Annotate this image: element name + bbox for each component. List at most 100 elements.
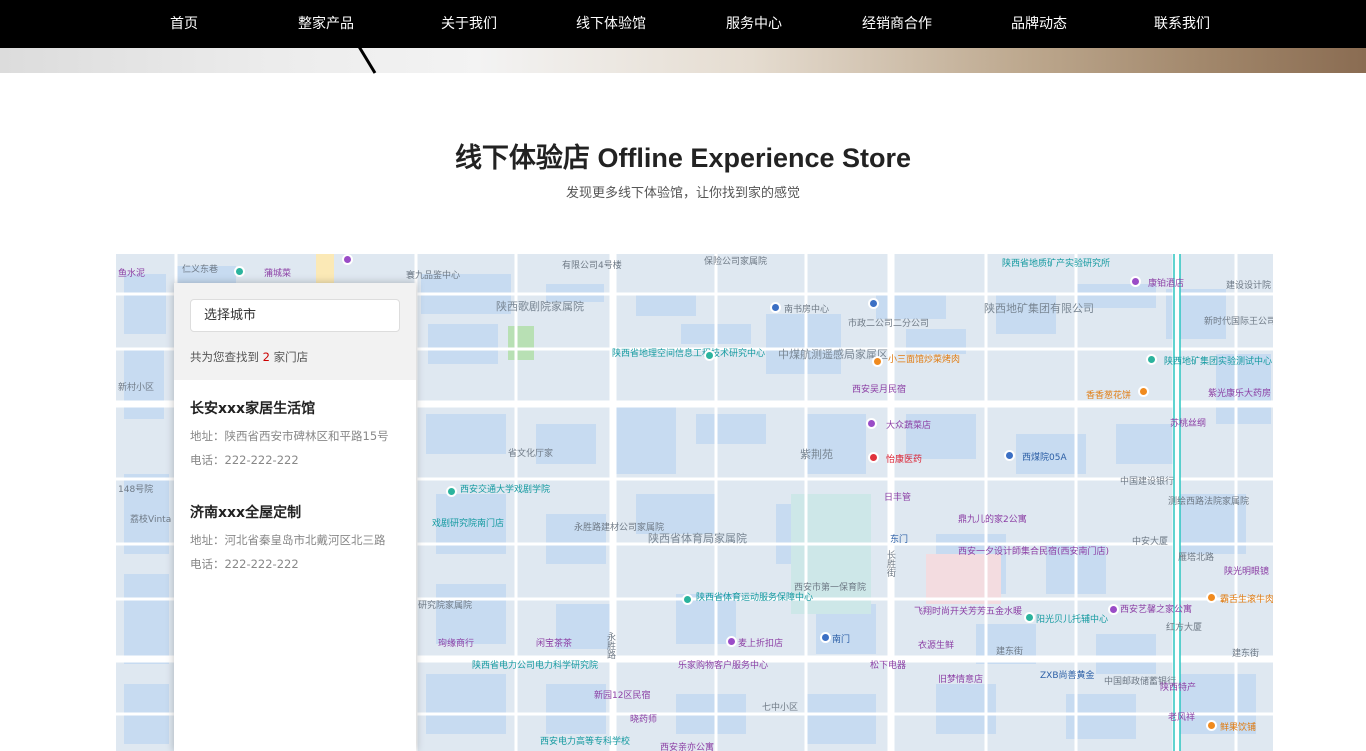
store-address: 地址：河北省秦皇岛市北戴河区北三路: [190, 533, 386, 547]
nav-item-home[interactable]: 首页: [170, 0, 198, 48]
map-marker[interactable]: [1108, 604, 1119, 615]
map-label: 小三面馆炒菜烤肉: [888, 355, 961, 365]
map-marker[interactable]: [1206, 720, 1217, 731]
map-label: 陕西特产: [1160, 683, 1197, 693]
map-label: 西安艺馨之家公寓: [1120, 605, 1193, 615]
nav-item-offline-store[interactable]: 线下体验馆: [576, 0, 646, 48]
nav-item-contact[interactable]: 联系我们: [1154, 0, 1210, 48]
map-label: 紫光康乐大药房: [1208, 389, 1272, 399]
map-label: 麦上折扣店: [738, 639, 784, 649]
store-phone: 电话：222-222-222: [190, 557, 299, 571]
store-phone: 电话：222-222-222: [190, 453, 299, 467]
map-marker[interactable]: [1146, 354, 1157, 365]
map-label: 建东街: [1232, 649, 1260, 659]
map-label: 七中小区: [762, 703, 799, 713]
map-label: 阳光贝儿托辅中心: [1036, 615, 1109, 625]
map-marker[interactable]: [866, 418, 877, 429]
map-label: 鱼水泥: [118, 269, 146, 279]
store-count-prefix: 共为您查找到: [190, 350, 259, 364]
nav-item-service[interactable]: 服务中心: [726, 0, 782, 48]
map-marker[interactable]: [1024, 612, 1035, 623]
store-search-area: 选择城市 共为您查找到 2 家门店: [174, 283, 416, 380]
map-label: 南门: [832, 635, 851, 645]
map-label: 西煤院05A: [1022, 453, 1067, 463]
map-label: 新村小区: [118, 383, 155, 393]
map-label: 市政二公司二分公司: [848, 319, 930, 329]
store-name: 长安xxx家居生活馆: [190, 401, 316, 417]
map-label: 陕西省地理空间信息工程技术研究中心: [612, 349, 766, 359]
map-label: 怡康医药: [886, 455, 923, 465]
map-marker[interactable]: [1138, 386, 1149, 397]
map-label: 测绘西路法院家属院: [1168, 497, 1250, 507]
map-label: 陕西省电力公司电力科学研究院: [472, 661, 599, 671]
map-label: 长胜街: [885, 550, 895, 577]
store-list-panel: 选择城市 共为您查找到 2 家门店 长安xxx家居生活馆 地址：陕西省西安市碑林…: [174, 283, 416, 751]
map-label: 蒲城菜: [264, 269, 292, 279]
nav-item-about[interactable]: 关于我们: [441, 0, 497, 48]
store-item[interactable]: 济南xxx全屋定制 地址：河北省秦皇岛市北戴河区北三路 电话：222-222-2…: [190, 502, 414, 572]
map-marker[interactable]: [704, 350, 715, 361]
map-label: 陕西省地质矿产实验研究所: [1002, 259, 1111, 269]
map-label: 闲宝茶茶: [536, 639, 573, 649]
map-label: 148号院: [118, 485, 154, 495]
map-label: 东门: [890, 535, 909, 545]
city-select[interactable]: 选择城市: [190, 299, 400, 332]
map-marker[interactable]: [342, 254, 353, 265]
map-label: 陕西地矿集团有限公司: [984, 302, 1094, 315]
map-label: 乐家购物客户服务中心: [678, 661, 769, 671]
map-label: 香香葱花饼: [1086, 391, 1132, 401]
map-label: 永胜路: [605, 632, 615, 659]
map-marker[interactable]: [1206, 592, 1217, 603]
map-marker[interactable]: [872, 356, 883, 367]
store-name: 济南xxx全屋定制: [190, 505, 302, 521]
map-label: 戏剧研究院南门店: [432, 519, 505, 529]
section-subtitle: 发现更多线下体验馆，让你找到家的感觉: [565, 186, 800, 201]
map-label: 保险公司家属院: [704, 257, 768, 267]
map-label: 省文化厅家: [508, 449, 554, 459]
map-label: 霸舌生滚牛肉米粉: [1220, 595, 1273, 605]
nav-item-products[interactable]: 整家产品: [298, 0, 354, 48]
map-label: 新时代国际王公司住宅小区: [1204, 317, 1273, 327]
map-label: 西安电力高等专科学校: [540, 737, 631, 747]
map-label: 研究院家属院: [418, 601, 473, 611]
nav-item-dealer[interactable]: 经销商合作: [862, 0, 932, 48]
map-marker[interactable]: [770, 302, 781, 313]
map-marker[interactable]: [1004, 450, 1015, 461]
store-count-number: 2: [262, 350, 270, 364]
map-label: 日丰管: [884, 493, 912, 503]
map-label: ZXB尚善黄金: [1040, 671, 1095, 681]
map-label: 苏桃丝纲: [1170, 419, 1207, 429]
map-label: 陕西地矿集团实验测试中心: [1164, 357, 1273, 367]
map-marker[interactable]: [234, 266, 245, 277]
map-label: 陕光明眼镜: [1224, 567, 1270, 577]
map-label: 陕西歌剧院家属院: [496, 300, 584, 313]
map-label: 康铂酒店: [1148, 279, 1185, 289]
store-item[interactable]: 长安xxx家居生活馆 地址：陕西省西安市碑林区和平路15号 电话：222-222…: [190, 398, 414, 468]
map-label: 晓药师: [630, 715, 658, 725]
store-address: 地址：陕西省西安市碑林区和平路15号: [190, 429, 389, 443]
map-label: 荔枝Vinta: [130, 515, 172, 525]
map-label: 西安一夕设计師集合民宿(西安南门店): [958, 547, 1110, 557]
map-marker[interactable]: [682, 594, 693, 605]
map-label: 西安交通大学戏剧学院: [460, 485, 551, 495]
map-label: 西安亲亦公寓: [660, 743, 715, 751]
store-count-suffix: 家门店: [273, 350, 309, 364]
map-marker[interactable]: [820, 632, 831, 643]
map-marker[interactable]: [446, 486, 457, 497]
map-marker[interactable]: [1130, 276, 1141, 287]
map-label: 红方大厦: [1166, 623, 1203, 633]
map-marker[interactable]: [868, 452, 879, 463]
map-label: 仁义东巷: [182, 265, 219, 275]
map-label: 大众蔬菜店: [886, 421, 932, 431]
map-label: 南书房中心: [784, 305, 830, 315]
map-label: 衣源生鲜: [918, 641, 955, 651]
map-marker[interactable]: [726, 636, 737, 647]
map-label: 新园12区民宿: [594, 691, 651, 701]
map-marker[interactable]: [868, 298, 879, 309]
map-label: 寰九品鉴中心: [406, 271, 461, 281]
map-label: 珣缘商行: [438, 639, 475, 649]
nav-item-news[interactable]: 品牌动态: [1011, 0, 1067, 48]
map-label: 中安大厦: [1132, 537, 1169, 547]
map-label: 中国建设银行: [1120, 477, 1175, 487]
map-label: 松下电器: [870, 661, 907, 671]
